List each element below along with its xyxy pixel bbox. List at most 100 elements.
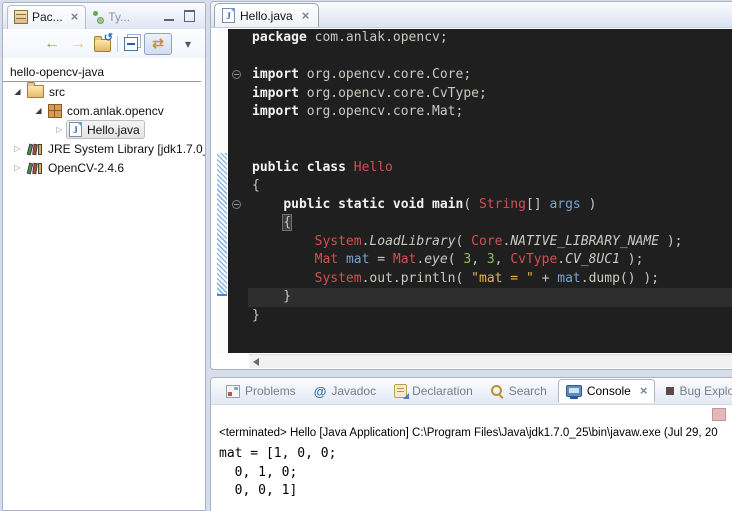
bottom-view-stack: Problems Javadoc Declaration Search Console ×… (210, 377, 732, 511)
changed-lines-indicator (217, 153, 227, 296)
bottom-tab-label: Javadoc (331, 384, 376, 398)
tree-item-body[interactable]: OpenCV-2.4.6 (24, 159, 129, 177)
code-line[interactable]: import org.opencv.core.Mat; (252, 103, 732, 122)
tree-item-com-anlak-opencv[interactable]: ◢com.anlak.opencv (3, 101, 205, 120)
console-toolbar-icon[interactable] (712, 408, 726, 421)
close-icon[interactable]: × (302, 11, 310, 21)
view-menu-icon[interactable] (178, 34, 198, 54)
forward-arrow-icon[interactable] (68, 34, 88, 54)
editor-tab-bar: Hello.java × (211, 2, 732, 28)
declaration-icon (394, 384, 407, 398)
close-icon[interactable]: × (640, 386, 648, 396)
code-text[interactable]: package com.anlak.opencv; import org.open… (248, 29, 732, 353)
tree-item-jre-system-library-jdk1-7-0-25[interactable]: ▷ JRE System Library [jdk1.7.0_25] (3, 139, 205, 158)
fold-collapse-icon[interactable] (232, 200, 241, 209)
code-line[interactable]: import org.opencv.core.Core; (252, 66, 732, 85)
code-editor[interactable]: package com.anlak.opencv; import org.open… (228, 29, 732, 353)
expanded-arrow-icon[interactable]: ◢ (32, 106, 45, 115)
link-editor-icon[interactable] (144, 33, 172, 55)
javadoc-icon (314, 384, 327, 399)
project-tree: hello-opencv-java◢src◢com.anlak.opencv▷H… (3, 62, 205, 177)
bottom-tab-label: Search (509, 384, 547, 398)
code-line[interactable]: public static void main( String[] args ) (252, 196, 732, 215)
tree-item-label: Hello.java (87, 123, 140, 137)
view-window-buttons (164, 10, 195, 22)
tree-item-hello-opencv-java[interactable]: hello-opencv-java (3, 62, 205, 81)
horizontal-scrollbar[interactable] (249, 354, 732, 368)
tree-item-body[interactable]: hello-opencv-java (7, 63, 109, 81)
package-explorer-toolbar (3, 29, 205, 58)
src-folder-icon (27, 85, 44, 98)
maximize-icon[interactable] (184, 10, 195, 22)
tab-javadoc[interactable]: Javadoc (307, 380, 383, 403)
toolbar-separator (117, 36, 118, 52)
back-arrow-icon[interactable] (42, 34, 62, 54)
code-line[interactable]: System.out.println( "mat = " + mat.dump(… (252, 270, 732, 289)
close-icon[interactable]: × (71, 12, 79, 22)
tab-bug-explorer[interactable]: Bug Explorer (659, 380, 732, 402)
eclipse-window: Pac... × Ty... hello-opencv-java◢src◢com… (0, 0, 732, 511)
type-hierarchy-icon (92, 11, 104, 23)
view-tab-bar: Pac... × Ty... (3, 3, 205, 29)
bottom-tab-label: Problems (245, 384, 296, 398)
tab-problems[interactable]: Problems (219, 380, 303, 402)
code-line[interactable]: { (252, 214, 732, 233)
tab-hello-java[interactable]: Hello.java × (214, 3, 319, 27)
code-line[interactable]: { (252, 177, 732, 196)
package-explorer-view: Pac... × Ty... hello-opencv-java◢src◢com… (2, 2, 206, 511)
bug-icon (666, 387, 674, 395)
tab-package-explorer[interactable]: Pac... × (7, 5, 86, 29)
package-icon (48, 104, 62, 118)
tree-item-opencv-2-4-6[interactable]: ▷ OpenCV-2.4.6 (3, 158, 205, 177)
up-folder-icon[interactable] (94, 39, 111, 52)
console-header: <terminated> Hello [Java Application] C:… (219, 427, 718, 439)
code-line[interactable] (252, 140, 732, 159)
package-explorer-icon (14, 10, 28, 24)
code-line[interactable]: package com.anlak.opencv; (252, 29, 732, 48)
library-icon (27, 161, 43, 174)
code-line[interactable]: } (252, 307, 732, 326)
tab-label: Pac... (32, 10, 63, 24)
console-output-line: 0, 1, 0; (219, 464, 336, 483)
console-view: <terminated> Hello [Java Application] C:… (211, 405, 732, 511)
folding-ruler (228, 29, 248, 353)
code-line[interactable] (252, 48, 732, 67)
code-line[interactable]: public class Hello (252, 159, 732, 178)
tab-console[interactable]: Console × (558, 379, 656, 403)
console-output[interactable]: mat = [1, 0, 0; 0, 1, 0; 0, 0, 1] (219, 445, 336, 501)
bottom-tab-label: Console (587, 384, 631, 398)
code-line[interactable]: import org.opencv.core.CvType; (252, 85, 732, 104)
scroll-left-icon[interactable] (253, 358, 259, 366)
tree-item-label: OpenCV-2.4.6 (48, 161, 124, 175)
quick-diff-ruler (217, 28, 227, 353)
console-icon (566, 385, 582, 397)
tree-item-src[interactable]: ◢src (3, 82, 205, 101)
java-file-icon (222, 8, 235, 23)
collapsed-arrow-icon[interactable]: ▷ (11, 144, 24, 153)
collapsed-arrow-icon[interactable]: ▷ (11, 163, 24, 172)
tab-declaration[interactable]: Declaration (387, 380, 480, 402)
tab-label: Ty... (108, 10, 130, 24)
console-output-line: mat = [1, 0, 0; (219, 445, 336, 464)
tree-item-body[interactable]: JRE System Library [jdk1.7.0_25] (24, 140, 206, 158)
tab-type-hierarchy[interactable]: Ty... (86, 6, 137, 29)
editor-tab-label: Hello.java (240, 9, 293, 23)
console-output-line: 0, 0, 1] (219, 482, 336, 501)
tree-item-hello-java[interactable]: ▷ Hello.java (3, 120, 205, 139)
code-line[interactable]: System.LoadLibrary( Core.NATIVE_LIBRARY_… (252, 233, 732, 252)
tree-item-body[interactable]: Hello.java (66, 120, 145, 139)
code-line[interactable] (252, 122, 732, 141)
tab-search[interactable]: Search (484, 380, 554, 402)
tree-item-body[interactable]: com.anlak.opencv (45, 102, 169, 120)
code-line-current[interactable]: } (248, 288, 732, 307)
fold-collapse-icon[interactable] (232, 70, 241, 79)
bottom-tab-bar: Problems Javadoc Declaration Search Console ×… (211, 378, 732, 405)
code-line[interactable]: Mat mat = Mat.eye( 3, 3, CvType.CV_8UC1 … (252, 251, 732, 270)
collapse-all-icon[interactable] (124, 37, 138, 51)
tree-item-label: JRE System Library [jdk1.7.0_25] (48, 142, 206, 156)
minimize-icon[interactable] (164, 10, 174, 21)
collapsed-arrow-icon[interactable]: ▷ (53, 125, 66, 134)
library-icon (27, 142, 43, 155)
expanded-arrow-icon[interactable]: ◢ (11, 87, 24, 96)
tree-item-body[interactable]: src (24, 83, 70, 101)
